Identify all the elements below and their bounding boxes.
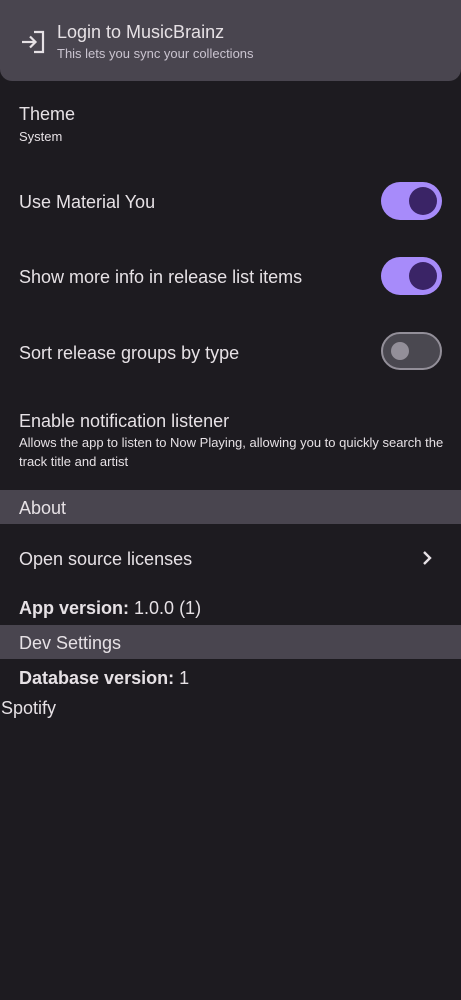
app-version-label: App version:: [19, 598, 130, 618]
database-version-value: 1: [179, 668, 190, 688]
dev-settings-header-label: Dev Settings: [19, 633, 122, 653]
theme-setting[interactable]: Theme System: [0, 95, 461, 155]
open-source-licenses-item[interactable]: Open source licenses: [0, 532, 461, 584]
notification-listener-description: Allows the app to listen to Now Playing,…: [19, 435, 444, 469]
login-subtitle: This lets you sync your collections: [57, 46, 254, 61]
sort-by-type-setting[interactable]: Sort release groups by type: [0, 322, 461, 382]
database-version-label: Database version:: [19, 668, 175, 688]
material-you-toggle[interactable]: [381, 182, 442, 220]
app-version-value: 1.0.0 (1): [134, 598, 202, 618]
material-you-title: Use Material You: [19, 192, 156, 212]
login-title: Login to MusicBrainz: [57, 22, 225, 42]
notification-listener-setting[interactable]: Enable notification listener Allows the …: [0, 400, 461, 480]
dev-settings-section-header: Dev Settings: [0, 625, 461, 659]
more-info-setting[interactable]: Show more info in release list items: [0, 247, 461, 307]
theme-value: System: [19, 129, 63, 144]
sort-by-type-toggle[interactable]: [381, 332, 442, 370]
about-section-header: About: [0, 490, 461, 524]
app-version: App version: 1.0.0 (1): [19, 598, 201, 619]
open-source-licenses-label: Open source licenses: [19, 549, 193, 569]
login-icon: [22, 30, 45, 54]
toggle-knob: [391, 342, 409, 360]
spotify-item[interactable]: Spotify: [1, 698, 56, 719]
login-card[interactable]: Login to MusicBrainz This lets you sync …: [0, 0, 461, 81]
chevron-right-icon: [423, 551, 432, 565]
toggle-knob: [409, 187, 437, 215]
about-header-label: About: [19, 498, 67, 518]
more-info-title: Show more info in release list items: [19, 267, 303, 287]
more-info-toggle[interactable]: [381, 257, 442, 295]
database-version: Database version: 1: [19, 668, 189, 689]
material-you-setting[interactable]: Use Material You: [0, 172, 461, 232]
theme-title: Theme: [19, 104, 76, 124]
sort-by-type-title: Sort release groups by type: [19, 343, 240, 363]
notification-listener-title: Enable notification listener: [19, 411, 230, 431]
toggle-knob: [409, 262, 437, 290]
